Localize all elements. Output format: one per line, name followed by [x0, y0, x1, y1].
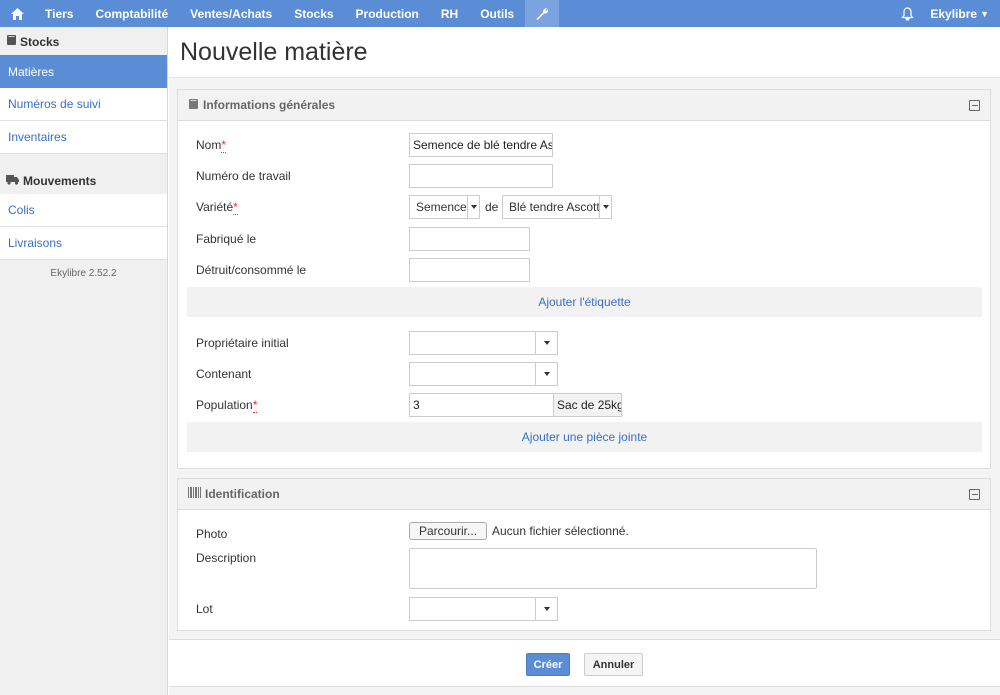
- field-row-numero: Numéro de travail: [178, 164, 990, 190]
- home-icon[interactable]: [0, 0, 34, 27]
- population-label: Population*: [196, 398, 258, 413]
- truck-icon: [6, 174, 20, 188]
- field-row-contenant: Contenant: [178, 362, 990, 388]
- panel-title: Informations générales: [203, 98, 336, 112]
- collapse-icon[interactable]: [969, 99, 980, 111]
- detruit-label: Détruit/consommé le: [196, 263, 307, 277]
- variete-value-select[interactable]: Blé tendre Ascott: [502, 195, 612, 219]
- field-row-detruit: Détruit/consommé le: [178, 258, 990, 284]
- user-menu[interactable]: Ekylibre ▼: [924, 0, 1000, 27]
- caret-down-icon: [535, 598, 557, 620]
- nav-outils[interactable]: Outils: [469, 0, 525, 27]
- description-label: Description: [196, 551, 257, 565]
- top-navbar: Tiers Comptabilité Ventes/Achats Stocks …: [0, 0, 1000, 27]
- add-label-link[interactable]: Ajouter l'étiquette: [187, 287, 982, 317]
- population-input[interactable]: 3: [409, 393, 554, 417]
- required-marker: *: [252, 398, 258, 413]
- numero-input[interactable]: [409, 164, 553, 188]
- page-title: Nouvelle matière: [180, 37, 368, 66]
- sidebar: Stocks Matières Numéros de suivi Inventa…: [0, 27, 168, 695]
- variete-type-value: Semence: [416, 200, 467, 214]
- field-row-variete: Variété* Semence de Blé tendre Ascott: [178, 195, 990, 221]
- create-button[interactable]: Créer: [526, 653, 570, 676]
- field-row-photo: Photo Parcourir... Aucun fichier sélecti…: [178, 522, 990, 544]
- main-content: Nouvelle matière Informations générales …: [169, 27, 1000, 695]
- variete-type-select[interactable]: Semence: [409, 195, 480, 219]
- caret-down-icon: [599, 196, 611, 218]
- detruit-input[interactable]: [409, 258, 530, 282]
- field-row-fabrique: Fabriqué le: [178, 227, 990, 253]
- nom-input[interactable]: Semence de blé tendre Ascott: [409, 133, 553, 157]
- sidebar-section-label: Mouvements: [23, 174, 97, 188]
- panel-header: Identification: [178, 479, 990, 510]
- lot-label: Lot: [196, 602, 213, 616]
- lot-select[interactable]: [409, 597, 558, 621]
- fabrique-label: Fabriqué le: [196, 232, 257, 246]
- nav-tiers[interactable]: Tiers: [34, 0, 84, 27]
- book-icon: [6, 34, 17, 49]
- contenant-label: Contenant: [196, 367, 252, 381]
- variete-label: Variété*: [196, 200, 238, 215]
- nav-rh[interactable]: RH: [430, 0, 469, 27]
- cancel-button[interactable]: Annuler: [584, 653, 643, 676]
- panel-general-info: Informations générales Nom* Semence de b…: [177, 89, 991, 469]
- sidebar-section-mouvements: Mouvements: [0, 154, 167, 194]
- wrench-icon[interactable]: [525, 0, 560, 27]
- nav-production[interactable]: Production: [345, 0, 430, 27]
- population-label-text: Population: [196, 398, 253, 412]
- nav-stocks[interactable]: Stocks: [283, 0, 344, 27]
- fabrique-input[interactable]: [409, 227, 530, 251]
- user-name: Ekylibre: [930, 6, 978, 21]
- field-row-lot: Lot: [178, 597, 990, 621]
- barcode-icon: [188, 487, 201, 501]
- photo-label: Photo: [196, 527, 228, 541]
- caret-down-icon: [535, 363, 557, 385]
- panel-header: Informations générales: [178, 90, 990, 121]
- version-label: Ekylibre 2.52.2: [50, 268, 117, 279]
- proprietaire-select[interactable]: [409, 331, 558, 355]
- no-file-text: Aucun fichier sélectionné.: [492, 524, 629, 538]
- contenant-select[interactable]: [409, 362, 558, 386]
- bell-icon[interactable]: [890, 0, 924, 27]
- sidebar-item-numeros-de-suivi[interactable]: Numéros de suivi: [0, 88, 167, 121]
- panel-title: Identification: [205, 487, 280, 501]
- nav-comptabilite[interactable]: Comptabilité: [84, 0, 179, 27]
- caret-down-icon: ▼: [980, 8, 989, 19]
- panel-identification: Identification Photo Parcourir... Aucun …: [177, 478, 991, 631]
- sidebar-section-label: Stocks: [20, 35, 60, 49]
- variete-value: Blé tendre Ascott: [509, 200, 600, 214]
- required-marker: *: [221, 138, 227, 153]
- variete-label-text: Variété: [196, 200, 234, 214]
- caret-down-icon: [535, 332, 557, 354]
- field-row-description: Description: [178, 548, 990, 590]
- variete-de-text: de: [485, 200, 499, 214]
- field-row-nom: Nom* Semence de blé tendre Ascott: [178, 133, 990, 159]
- browse-button[interactable]: Parcourir...: [409, 522, 487, 540]
- sidebar-item-livraisons[interactable]: Livraisons: [0, 227, 167, 260]
- collapse-icon[interactable]: [969, 488, 980, 500]
- population-unit: Sac de 25kg: [553, 393, 622, 417]
- field-row-population: Population* 3 Sac de 25kg: [178, 393, 990, 419]
- required-marker: *: [233, 200, 238, 215]
- sidebar-item-colis[interactable]: Colis: [0, 194, 167, 227]
- sidebar-section-stocks: Stocks: [0, 27, 167, 55]
- sidebar-item-inventaires[interactable]: Inventaires: [0, 121, 167, 154]
- add-attachment-link[interactable]: Ajouter une pièce jointe: [187, 422, 982, 452]
- form-actions: Créer Annuler: [169, 639, 1000, 687]
- numero-label: Numéro de travail: [196, 169, 291, 183]
- sidebar-item-matieres[interactable]: Matières: [0, 55, 167, 88]
- caret-down-icon: [467, 196, 479, 218]
- description-textarea[interactable]: [409, 548, 817, 589]
- nom-label: Nom*: [196, 138, 227, 153]
- book-icon: [188, 98, 199, 113]
- field-row-proprietaire: Propriétaire initial: [178, 331, 990, 357]
- proprietaire-label: Propriétaire initial: [196, 336, 289, 350]
- nom-label-text: Nom: [196, 138, 222, 152]
- page-header: Nouvelle matière: [169, 27, 1000, 78]
- nav-ventes-achats[interactable]: Ventes/Achats: [179, 0, 283, 27]
